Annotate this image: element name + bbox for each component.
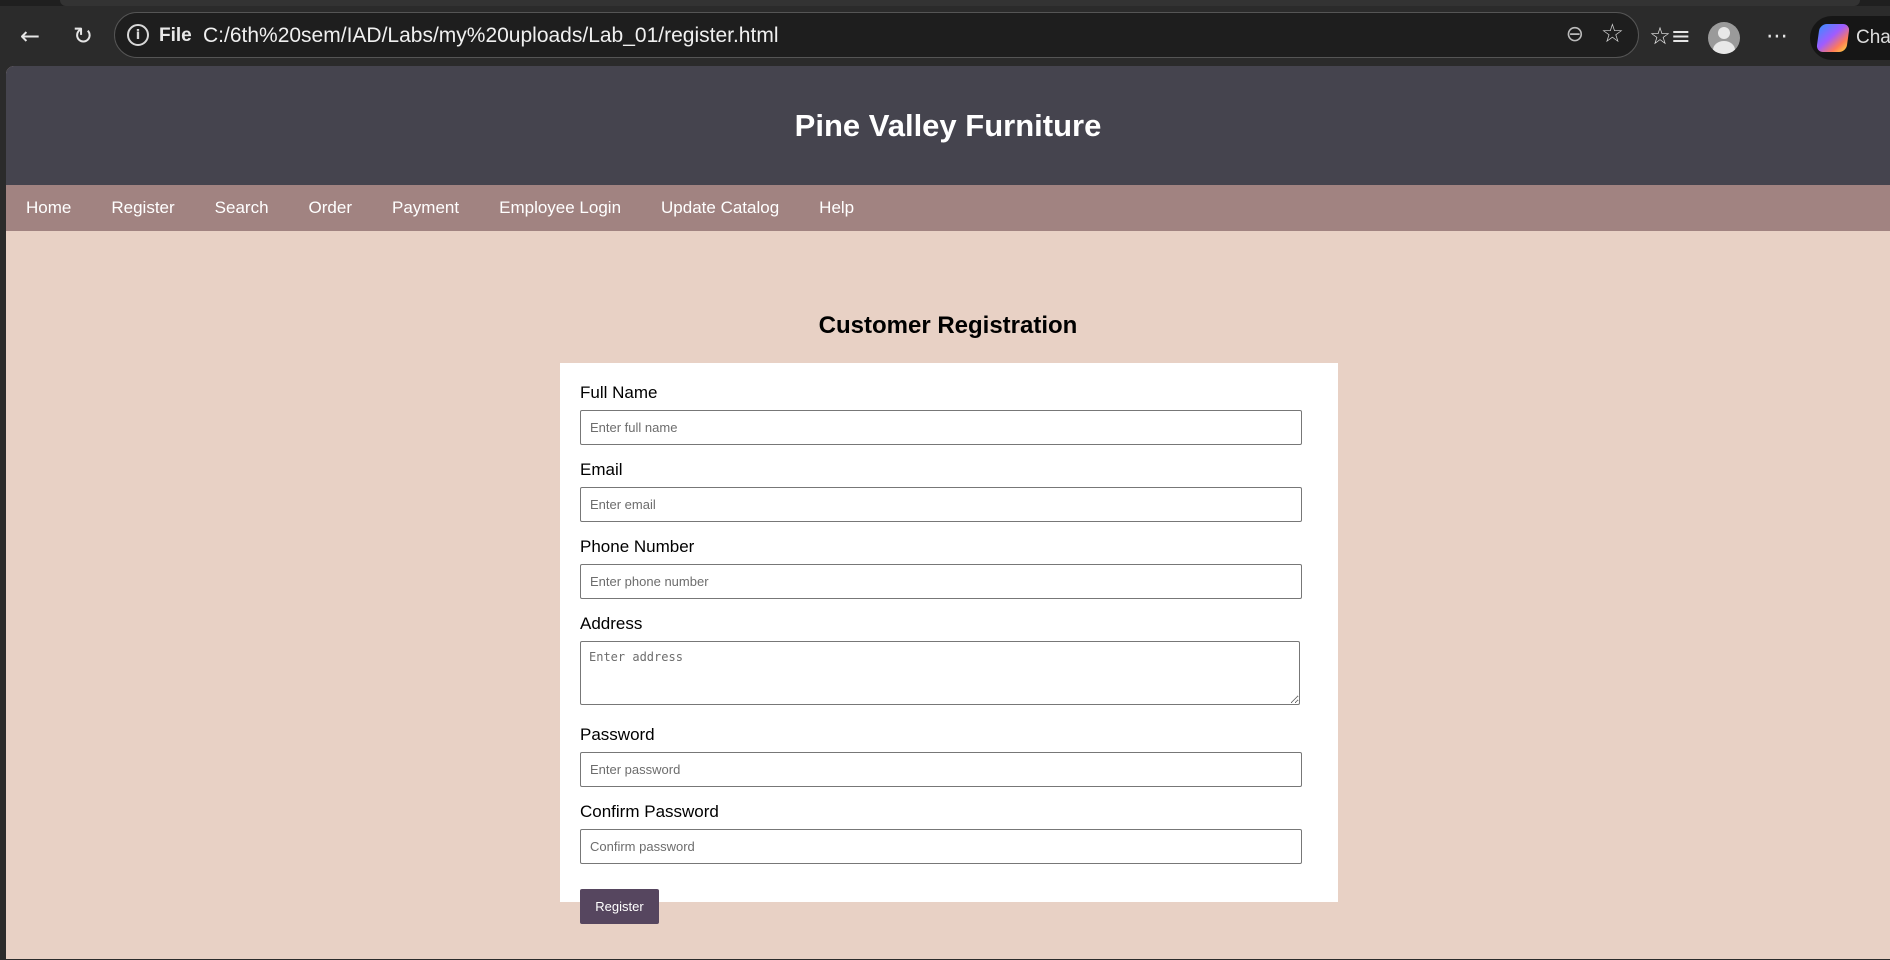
nav-order[interactable]: Order <box>309 198 352 218</box>
site-info-icon[interactable]: i <box>127 24 149 46</box>
email-input[interactable] <box>580 487 1302 522</box>
password-input[interactable] <box>580 752 1302 787</box>
full-name-label: Full Name <box>580 383 658 402</box>
copilot-label: Cha <box>1856 27 1890 48</box>
nav-update-catalog[interactable]: Update Catalog <box>661 198 779 218</box>
copilot-icon <box>1816 24 1850 52</box>
profile-avatar-icon[interactable] <box>1708 22 1740 54</box>
nav-home[interactable]: Home <box>26 198 71 218</box>
phone-label: Phone Number <box>580 537 695 556</box>
confirm-password-input[interactable] <box>580 829 1302 864</box>
address-label: Address <box>580 614 643 633</box>
favorites-icon[interactable]: ☆≡ <box>1649 16 1691 56</box>
main-nav: Home Register Search Order Payment Emplo… <box>6 185 1890 231</box>
form-heading: Customer Registration <box>818 312 1078 339</box>
phone-input[interactable] <box>580 564 1302 599</box>
favorite-star-icon[interactable]: ☆ <box>1601 19 1624 49</box>
copilot-button[interactable]: Cha <box>1810 16 1890 60</box>
address-textarea[interactable] <box>580 641 1300 705</box>
zoom-out-icon[interactable]: ⊖ <box>1566 22 1584 47</box>
browser-toolbar: ← ↻ i File C:/6th%20sem/IAD/Labs/my%20up… <box>0 6 1890 66</box>
address-url[interactable]: C:/6th%20sem/IAD/Labs/my%20uploads/Lab_0… <box>203 24 778 48</box>
more-menu-icon[interactable]: ⋯ <box>1757 16 1797 56</box>
main-content: Customer Registration Full Name Email Ph… <box>6 231 1890 924</box>
password-label: Password <box>580 725 655 744</box>
register-button[interactable]: Register <box>580 889 659 924</box>
nav-register[interactable]: Register <box>111 198 174 218</box>
nav-employee-login[interactable]: Employee Login <box>499 198 621 218</box>
back-icon[interactable]: ← <box>10 16 50 56</box>
registration-form: Full Name Email Phone Number Address Pas… <box>560 363 1338 924</box>
nav-payment[interactable]: Payment <box>392 198 459 218</box>
address-bar[interactable]: i File C:/6th%20sem/IAD/Labs/my%20upload… <box>114 12 1639 58</box>
nav-search[interactable]: Search <box>215 198 269 218</box>
site-header: Pine Valley Furniture <box>6 66 1890 185</box>
site-title: Pine Valley Furniture <box>794 107 1102 143</box>
confirm-password-label: Confirm Password <box>580 802 719 821</box>
address-scheme: File <box>159 25 192 46</box>
nav-help[interactable]: Help <box>819 198 854 218</box>
full-name-input[interactable] <box>580 410 1302 445</box>
refresh-icon[interactable]: ↻ <box>63 16 103 56</box>
page-viewport: Pine Valley Furniture Home Register Sear… <box>6 66 1890 959</box>
email-label: Email <box>580 460 623 479</box>
